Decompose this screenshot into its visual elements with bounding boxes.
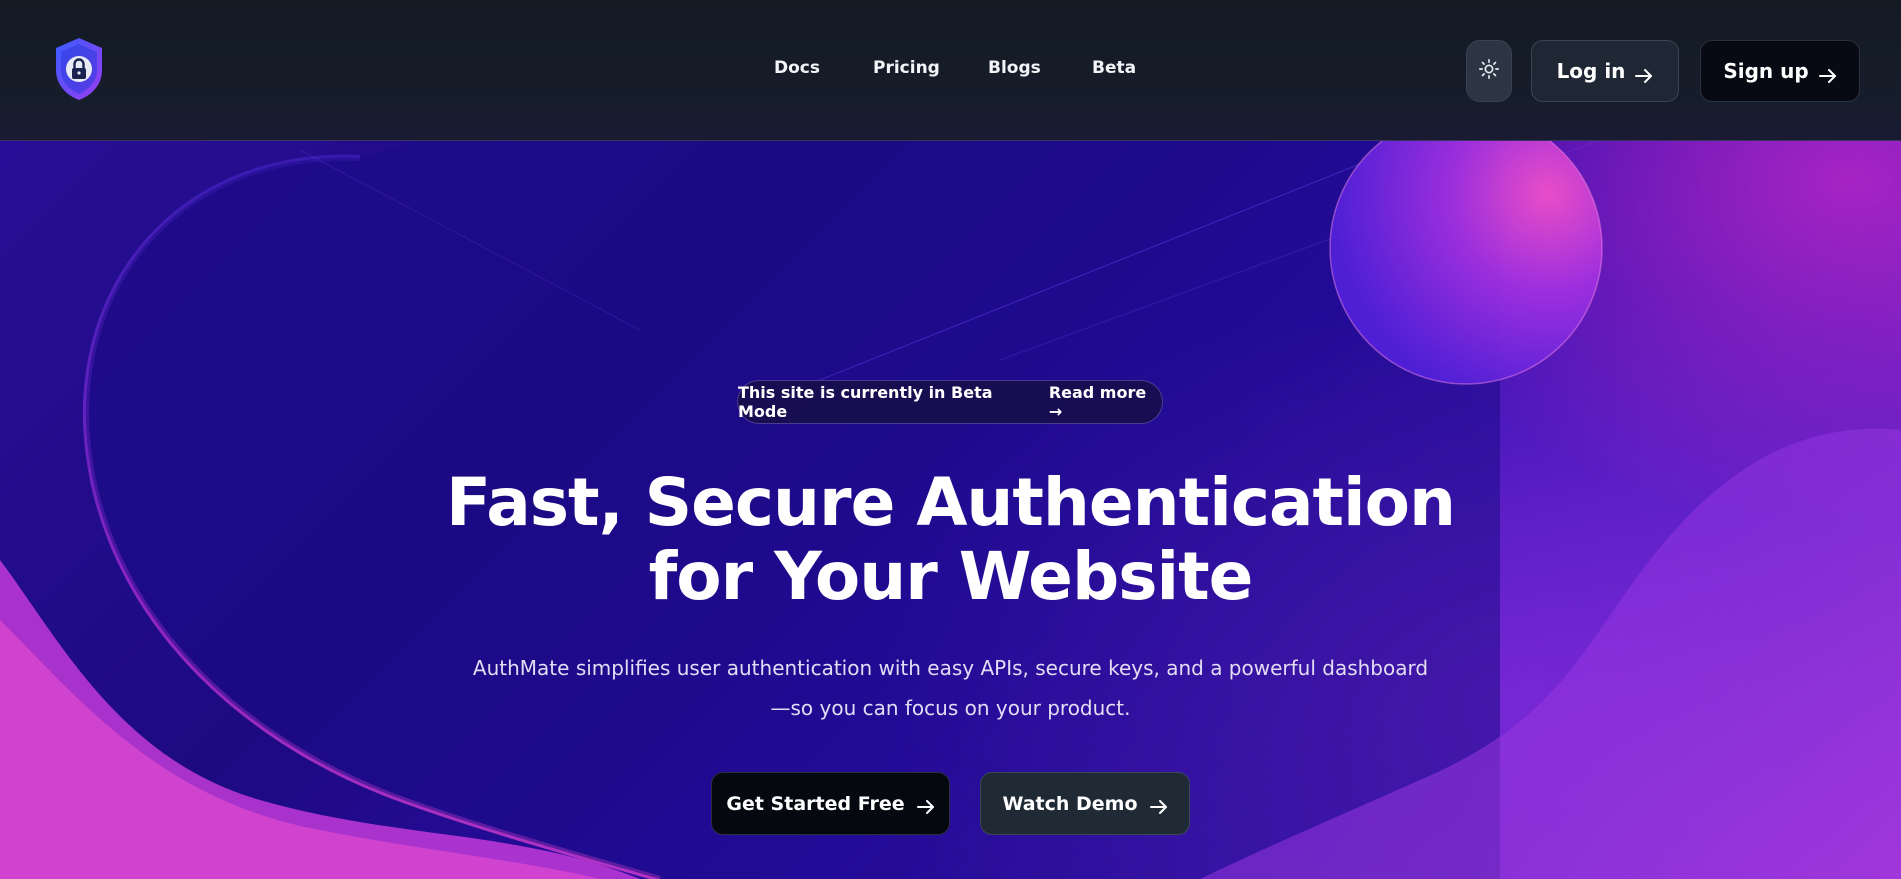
arrow-right-icon: [1149, 797, 1168, 814]
arrow-right-icon: [1635, 64, 1653, 83]
hero-headline: Fast, Secure Authentication for Your Web…: [300, 466, 1601, 614]
beta-notice-text: This site is currently in Beta Mode: [738, 383, 993, 421]
login-button[interactable]: Log in: [1531, 40, 1679, 102]
subtext-line-1: AuthMate simplifies user authentication …: [472, 656, 1429, 680]
nav-beta[interactable]: Beta: [1092, 58, 1152, 78]
watch-demo-button[interactable]: Watch Demo: [980, 772, 1190, 835]
signup-label: Sign up: [1723, 59, 1809, 83]
nav-blogs[interactable]: Blogs: [988, 58, 1092, 78]
subtext-line-2: —so you can focus on your product.: [770, 696, 1131, 720]
get-started-label: Get Started Free: [726, 792, 905, 815]
login-label: Log in: [1556, 59, 1626, 83]
shield-lock-icon[interactable]: [52, 36, 106, 102]
hero-subtext: AuthMate simplifies user authentication …: [450, 648, 1451, 728]
beta-notice-pill[interactable]: This site is currently in Beta Mode Read…: [737, 380, 1163, 424]
get-started-button[interactable]: Get Started Free: [711, 772, 950, 835]
main-nav: Docs Pricing Blogs Beta: [774, 58, 1152, 78]
headline-line-1: Fast, Secure Authentication: [445, 464, 1456, 541]
watch-demo-label: Watch Demo: [1002, 792, 1138, 815]
nav-pricing[interactable]: Pricing: [873, 58, 988, 78]
read-more-link[interactable]: Read more →: [1049, 383, 1162, 421]
sun-icon: [1478, 58, 1500, 85]
arrow-right-icon: [916, 797, 935, 814]
theme-toggle-button[interactable]: [1466, 40, 1512, 102]
arrow-right-icon: [1818, 64, 1837, 83]
site-header: Docs Pricing Blogs Beta Log in Sign up: [0, 0, 1901, 141]
nav-docs[interactable]: Docs: [774, 58, 873, 78]
headline-line-2: for Your Website: [648, 538, 1254, 615]
signup-button[interactable]: Sign up: [1700, 40, 1860, 102]
